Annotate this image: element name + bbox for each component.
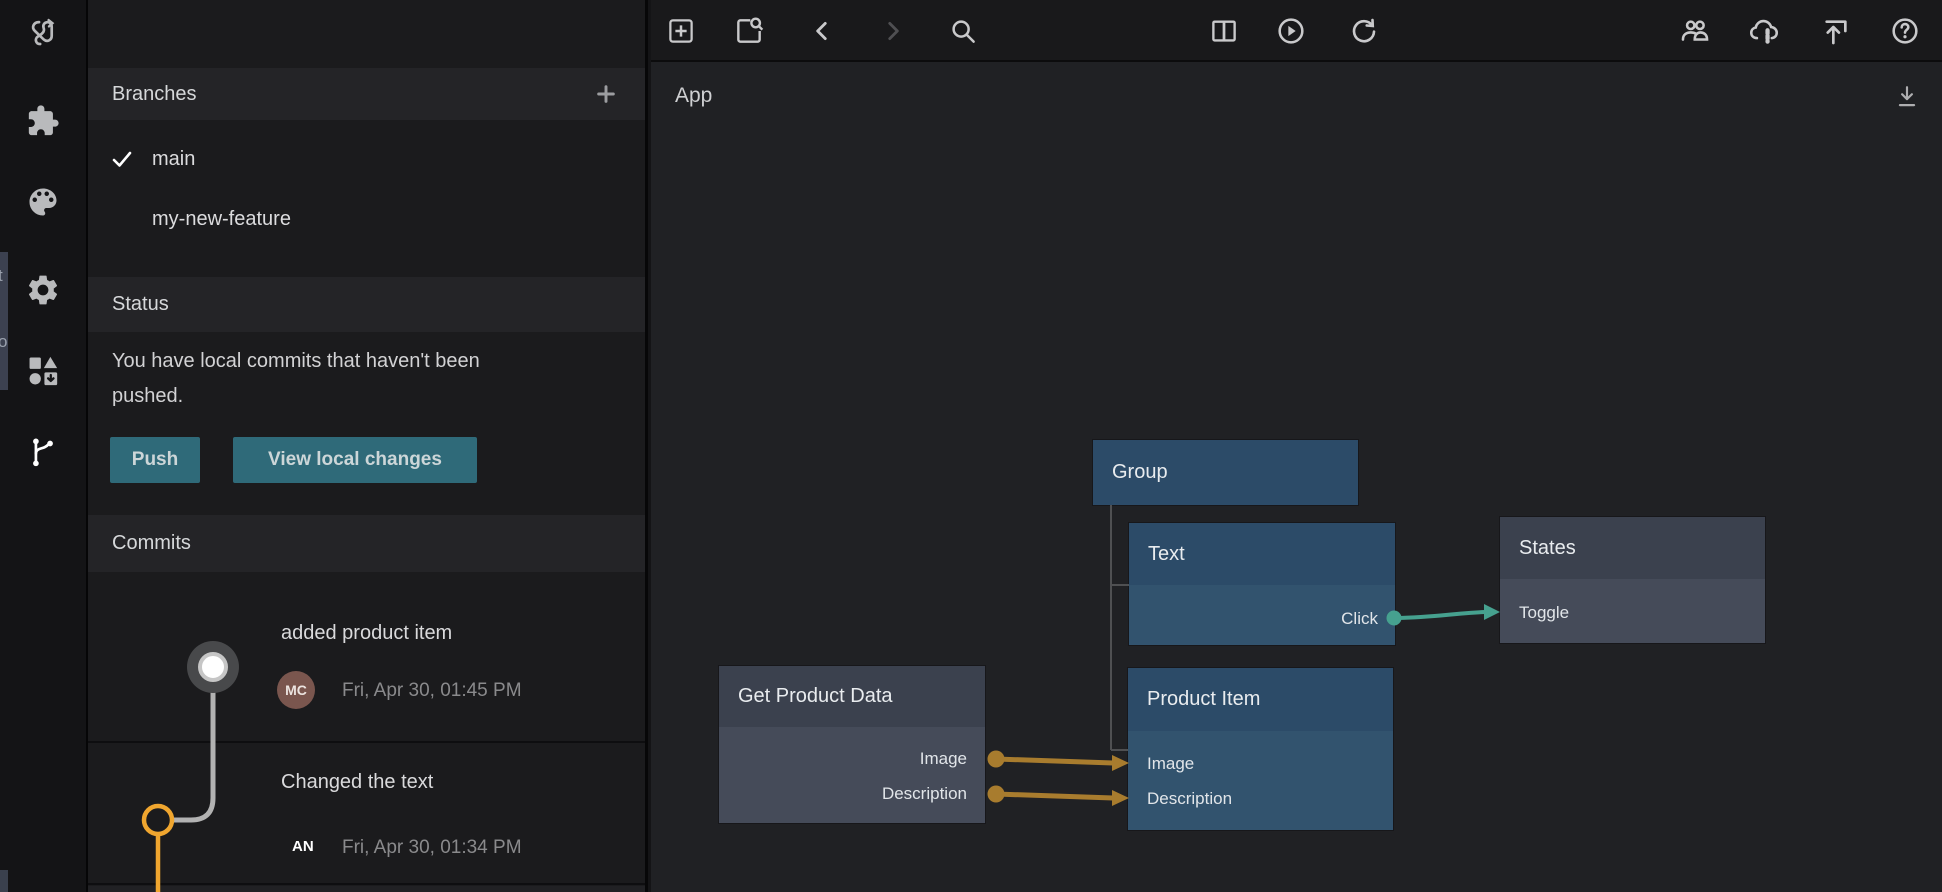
- split-view-icon[interactable]: [1207, 14, 1241, 48]
- node-group[interactable]: Group: [1093, 440, 1358, 505]
- breadcrumb[interactable]: App: [675, 84, 712, 108]
- branch-name: main: [152, 148, 195, 171]
- view-local-changes-button[interactable]: View local changes: [233, 437, 477, 483]
- component-search-icon[interactable]: [732, 14, 766, 48]
- commits-section-header: Commits: [88, 515, 645, 572]
- add-branch-button[interactable]: [595, 83, 617, 105]
- connection-image[interactable]: [996, 759, 1113, 763]
- node-product-item[interactable]: Product Item Image Description: [1128, 668, 1393, 830]
- collaborators-icon[interactable]: [1678, 14, 1712, 48]
- node-states[interactable]: States Toggle: [1500, 517, 1765, 643]
- port-dot-image[interactable]: [988, 751, 1005, 768]
- branch-item-main[interactable]: main: [88, 136, 645, 182]
- output-port-image[interactable]: Image: [739, 747, 967, 771]
- canvas-toolbar: [651, 0, 1942, 62]
- forward-icon[interactable]: [876, 14, 910, 48]
- commit-message: added product item: [281, 622, 452, 645]
- next-commit-row-edge: [88, 886, 645, 892]
- deploy-upload-icon[interactable]: [1819, 14, 1853, 48]
- branch-name: my-new-feature: [152, 208, 291, 231]
- activity-sidebar: [8, 0, 88, 892]
- output-port-description[interactable]: Description: [739, 782, 967, 806]
- status-message: You have local commits that haven't been…: [112, 344, 522, 414]
- clipped-panel-fragment: to: [0, 252, 8, 390]
- output-port-click[interactable]: Click: [1149, 607, 1378, 631]
- connection-description[interactable]: [996, 794, 1113, 798]
- port-dot-description[interactable]: [988, 786, 1005, 803]
- commit-divider: [88, 883, 645, 885]
- node-title: Group: [1112, 461, 1168, 484]
- push-button[interactable]: Push: [110, 437, 200, 483]
- settings-gear-icon[interactable]: [23, 270, 63, 310]
- node-title: Product Item: [1147, 688, 1260, 711]
- noodl-logo-icon[interactable]: [23, 14, 63, 54]
- commit-divider: [88, 741, 645, 743]
- styles-palette-icon[interactable]: [23, 182, 63, 222]
- noodl-editor-window: to: [0, 0, 1942, 892]
- node-title: Get Product Data: [738, 685, 893, 708]
- node-title: Text: [1148, 543, 1185, 566]
- commit-date: Fri, Apr 30, 01:34 PM: [342, 837, 522, 859]
- import-download-icon[interactable]: [1894, 84, 1922, 112]
- input-port-description[interactable]: Description: [1147, 787, 1232, 811]
- clipped-panel-fragment: [0, 870, 8, 892]
- commit-date: Fri, Apr 30, 01:45 PM: [342, 680, 522, 702]
- commit-author-initials: AN: [292, 838, 314, 855]
- node-get-product-data[interactable]: Get Product Data Image Description: [719, 666, 985, 823]
- input-port-image[interactable]: Image: [1147, 752, 1194, 776]
- commit-message: Changed the text: [281, 771, 433, 794]
- cloud-functions-icon[interactable]: [1747, 14, 1781, 48]
- node-title: States: [1519, 537, 1576, 560]
- branches-section-header: Branches: [88, 68, 645, 120]
- commit-row[interactable]: [88, 743, 645, 883]
- back-icon[interactable]: [805, 14, 839, 48]
- branches-title: Branches: [112, 83, 197, 106]
- connection-click-toggle[interactable]: [1394, 612, 1485, 618]
- add-node-icon[interactable]: [664, 14, 698, 48]
- connection-arrowhead: [1112, 790, 1129, 806]
- commit-row[interactable]: [88, 572, 645, 741]
- branch-item-my-new-feature[interactable]: my-new-feature: [88, 196, 645, 242]
- preview-play-icon[interactable]: [1274, 14, 1308, 48]
- commits-title: Commits: [112, 532, 191, 555]
- node-text[interactable]: Text Click: [1129, 523, 1395, 645]
- plugins-puzzle-icon[interactable]: [23, 101, 63, 141]
- status-title: Status: [112, 293, 169, 316]
- connection-arrowhead: [1112, 755, 1129, 771]
- check-icon: [108, 147, 136, 171]
- components-icon[interactable]: [23, 351, 63, 391]
- version-control-icon[interactable]: [23, 432, 63, 472]
- input-port-toggle[interactable]: Toggle: [1519, 601, 1569, 625]
- help-icon[interactable]: [1888, 14, 1922, 48]
- refresh-icon[interactable]: [1347, 14, 1381, 48]
- avatar: MC: [277, 671, 315, 709]
- version-control-panel: Branches main my-new-feature Status You …: [88, 0, 648, 892]
- search-icon[interactable]: [946, 14, 980, 48]
- node-canvas[interactable]: App Group Text Click States Toggle Get P…: [651, 0, 1942, 892]
- status-section-header: Status: [88, 277, 645, 332]
- connection-arrowhead: [1484, 604, 1500, 620]
